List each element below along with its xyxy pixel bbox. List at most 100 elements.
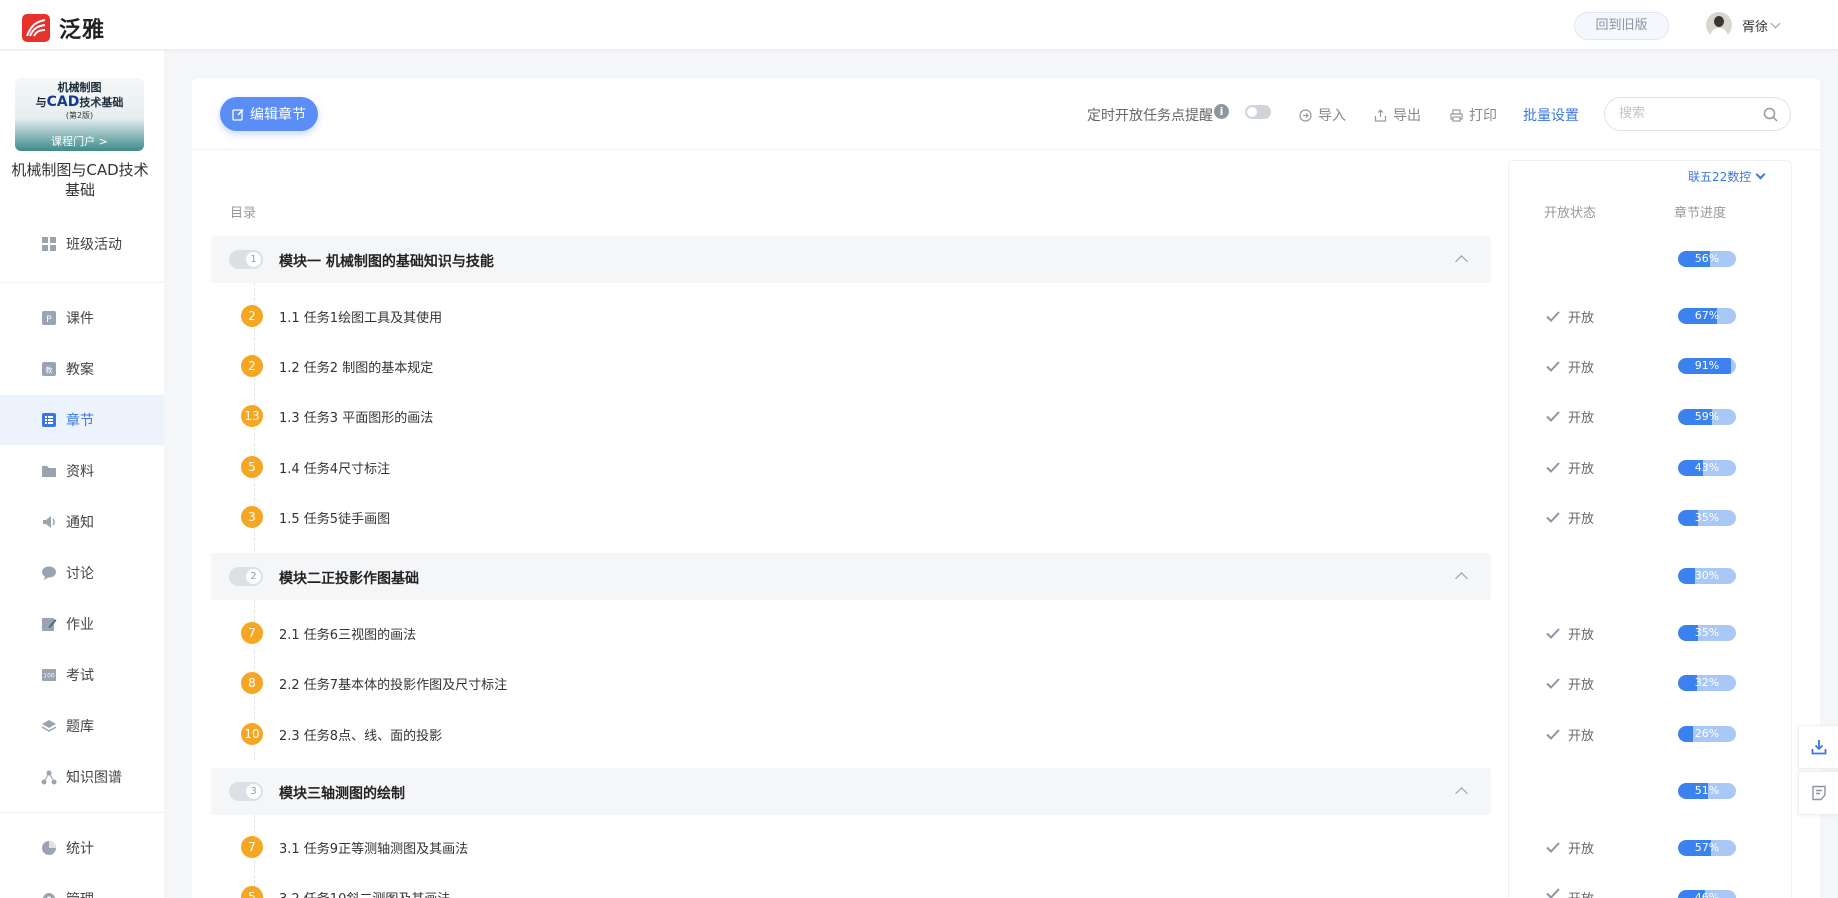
task-title[interactable]: 3.2 任务10斜二测图及其画法 xyxy=(279,888,450,898)
search-input[interactable] xyxy=(1619,106,1759,121)
module-index-badge: 2 xyxy=(229,567,263,586)
sidebar-item-courseware[interactable]: P 课件 xyxy=(0,293,164,343)
task-progress-bar: 46% xyxy=(1678,890,1736,898)
edit-chapter-label: 编辑章节 xyxy=(250,107,306,123)
open-status[interactable]: 开放 xyxy=(1546,674,1594,693)
task-row[interactable]: 8 2.2 任务7基本体的投影作图及尺寸标注 xyxy=(211,658,1491,708)
sidebar-item-knowledge-graph[interactable]: 知识图谱 xyxy=(0,752,164,802)
sidebar-item-notice[interactable]: 通知 xyxy=(0,497,164,547)
logo-text: 泛雅 xyxy=(59,18,106,43)
import-button[interactable]: 导入 xyxy=(1299,105,1346,125)
task-title[interactable]: 2.3 任务8点、线、面的投影 xyxy=(279,725,442,744)
task-title[interactable]: 2.1 任务6三视图的画法 xyxy=(279,624,416,643)
sidebar-item-exam[interactable]: 100 考试 xyxy=(0,650,164,700)
reminder-label: 定时开放任务点提醒 xyxy=(1087,108,1213,124)
module-title[interactable]: 模块三轴测图的绘制 xyxy=(279,783,405,803)
user-menu[interactable]: 胥徐 xyxy=(1706,12,1781,38)
open-status[interactable]: 开放 xyxy=(1546,407,1594,426)
task-row[interactable]: 5 3.2 任务10斜二测图及其画法 xyxy=(211,872,1491,898)
chevron-up-icon[interactable] xyxy=(1455,572,1468,585)
notes-float-button[interactable] xyxy=(1798,771,1838,815)
task-row[interactable]: 13 1.3 任务3 平面图形的画法 xyxy=(211,391,1491,441)
open-status[interactable]: 开放 xyxy=(1546,838,1594,857)
sidebar: 机械制图 与CAD技术基础 (第2版) 课程门户 > 机械制图与CAD技术基础 … xyxy=(0,51,164,898)
check-icon xyxy=(1546,842,1560,853)
chevron-down-icon[interactable] xyxy=(1755,169,1766,180)
sidebar-item-label: 讨论 xyxy=(66,566,94,582)
module-row[interactable]: 3 模块三轴测图的绘制 xyxy=(211,768,1491,815)
task-title[interactable]: 3.1 任务9正等测轴测图及其画法 xyxy=(279,838,468,857)
open-status[interactable]: 开放 xyxy=(1546,357,1594,376)
sidebar-item-homework[interactable]: 作业 xyxy=(0,599,164,649)
chevron-up-icon[interactable] xyxy=(1455,787,1468,800)
task-row[interactable]: 7 3.1 任务9正等测轴测图及其画法 xyxy=(211,822,1491,872)
sidebar-item-label: 统计 xyxy=(66,841,94,857)
open-status[interactable]: 开放 xyxy=(1546,888,1594,898)
user-name[interactable]: 胥徐 xyxy=(1742,16,1768,35)
open-status[interactable]: 开放 xyxy=(1546,458,1594,477)
task-title[interactable]: 1.1 任务1绘图工具及其使用 xyxy=(279,307,442,326)
course-portal-link[interactable]: 课程门户 > xyxy=(15,133,144,149)
task-count-badge: 3 xyxy=(241,506,263,528)
divider xyxy=(0,282,164,283)
sidebar-item-label: 教案 xyxy=(66,362,94,378)
divider xyxy=(0,812,164,813)
grid-icon xyxy=(40,235,58,253)
module-row[interactable]: 2 模块二正投影作图基础 xyxy=(211,553,1491,600)
open-status[interactable]: 开放 xyxy=(1546,624,1594,643)
open-status[interactable]: 开放 xyxy=(1546,307,1594,326)
module-title[interactable]: 模块一 机械制图的基础知识与技能 xyxy=(279,251,494,271)
old-version-button[interactable]: 回到旧版 xyxy=(1574,12,1669,40)
check-icon xyxy=(1546,361,1560,372)
task-title[interactable]: 1.4 任务4尺寸标注 xyxy=(279,458,390,477)
svg-text:P: P xyxy=(46,315,52,325)
check-icon xyxy=(1546,462,1560,473)
sidebar-item-chapters[interactable]: 章节 xyxy=(0,395,164,445)
sidebar-item-question-bank[interactable]: 题库 xyxy=(0,701,164,751)
avatar[interactable] xyxy=(1706,12,1732,38)
edit-chapter-button[interactable]: 编辑章节 xyxy=(220,97,318,131)
svg-text:教: 教 xyxy=(46,366,53,375)
sidebar-item-manage[interactable]: 管理 xyxy=(0,874,164,898)
task-title[interactable]: 1.5 任务5徒手画图 xyxy=(279,508,390,527)
search-icon[interactable] xyxy=(1763,107,1778,122)
sidebar-item-discussion[interactable]: 讨论 xyxy=(0,548,164,598)
chevron-up-icon[interactable] xyxy=(1455,255,1468,268)
task-count-badge: 2 xyxy=(241,355,263,377)
reminder-toggle[interactable] xyxy=(1245,105,1271,119)
export-button[interactable]: 导出 xyxy=(1374,105,1421,125)
open-status[interactable]: 开放 xyxy=(1546,508,1594,527)
module-row[interactable]: 1 模块一 机械制图的基础知识与技能 xyxy=(211,236,1491,283)
chevron-down-icon[interactable] xyxy=(1770,18,1781,28)
sidebar-item-class-activity[interactable]: 班级活动 xyxy=(0,219,164,269)
task-title[interactable]: 1.2 任务2 制图的基本规定 xyxy=(279,357,433,376)
task-row[interactable]: 3 1.5 任务5徒手画图 xyxy=(211,492,1491,542)
search-box[interactable] xyxy=(1604,97,1791,131)
gear-icon xyxy=(40,890,58,898)
module-title[interactable]: 模块二正投影作图基础 xyxy=(279,568,419,588)
task-progress-bar: 43% xyxy=(1678,460,1736,476)
cover-edition: (第2版) xyxy=(65,111,94,120)
print-button[interactable]: 打印 xyxy=(1450,105,1497,125)
course-cover[interactable]: 机械制图 与CAD技术基础 (第2版) 课程门户 > xyxy=(15,78,144,151)
task-row[interactable]: 2 1.1 任务1绘图工具及其使用 xyxy=(211,291,1491,341)
download-float-button[interactable] xyxy=(1798,725,1838,769)
sidebar-item-label: 作业 xyxy=(66,617,94,633)
sidebar-item-label: 班级活动 xyxy=(66,237,122,253)
task-row[interactable]: 2 1.2 任务2 制图的基本规定 xyxy=(211,341,1491,391)
status-header: 开放状态 xyxy=(1544,206,1597,221)
task-title[interactable]: 2.2 任务7基本体的投影作图及尺寸标注 xyxy=(279,674,507,693)
class-select[interactable]: 联五22数控 xyxy=(1688,168,1766,185)
task-row[interactable]: 5 1.4 任务4尺寸标注 xyxy=(211,442,1491,492)
open-status[interactable]: 开放 xyxy=(1546,725,1594,744)
batch-settings-link[interactable]: 批量设置 xyxy=(1523,105,1579,125)
logo[interactable]: 泛雅 xyxy=(22,12,105,44)
info-icon[interactable]: i xyxy=(1214,104,1229,119)
sidebar-item-materials[interactable]: 资料 xyxy=(0,446,164,496)
sidebar-item-lesson-plan[interactable]: 教 教案 xyxy=(0,344,164,394)
svg-text:100: 100 xyxy=(43,673,55,680)
sidebar-item-statistics[interactable]: 统计 xyxy=(0,823,164,873)
task-row[interactable]: 7 2.1 任务6三视图的画法 xyxy=(211,608,1491,658)
task-row[interactable]: 10 2.3 任务8点、线、面的投影 xyxy=(211,709,1491,759)
task-title[interactable]: 1.3 任务3 平面图形的画法 xyxy=(279,407,433,426)
